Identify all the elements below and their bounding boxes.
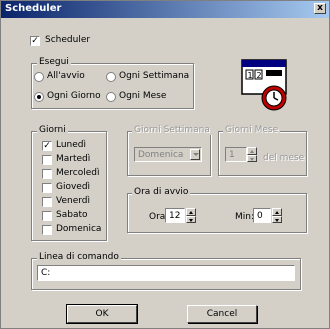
radio-ogni-settimana[interactable]: [106, 72, 116, 82]
svg-text:1: 1: [248, 71, 253, 80]
radio-ogni-mese-label: Ogni Mese: [119, 91, 167, 101]
giorni-settimana-select[interactable]: Domenica: [134, 147, 202, 162]
close-button[interactable]: x: [314, 3, 326, 14]
day-label-giovedi: Giovedì: [56, 182, 91, 192]
ok-button[interactable]: OK: [66, 304, 138, 324]
day-label-mercoledi: Mercoledì: [56, 168, 100, 178]
day-checkbox-lunedi[interactable]: ✓: [42, 141, 52, 151]
giorni-settimana-label: Giorni Settimana: [132, 125, 212, 135]
day-label-lunedi: Lunedì: [56, 140, 87, 150]
radio-allavvio-label: All'avvio: [47, 71, 85, 81]
giorni-settimana-value: Domenica: [138, 150, 184, 160]
min-value: 0: [257, 211, 263, 221]
spin-up-icon[interactable]: [186, 208, 196, 216]
day-checkbox-domenica[interactable]: [42, 225, 52, 235]
svg-text:2: 2: [257, 71, 262, 80]
giorni-group-label: Giorni: [37, 125, 68, 135]
radio-ogni-giorno-label: Ogni Giorno: [47, 91, 101, 101]
min-label: Min:: [235, 212, 255, 222]
scheduler-label: Scheduler: [45, 35, 91, 45]
spin-down-icon[interactable]: [186, 215, 196, 223]
hour-spinner[interactable]: [186, 208, 196, 223]
giorni-mese-value: 1: [229, 150, 235, 160]
radio-ogni-mese[interactable]: [106, 92, 116, 102]
window-title: Scheduler: [5, 3, 62, 14]
radio-ogni-settimana-label: Ogni Settimana: [119, 71, 190, 81]
giorni-mese-spinner[interactable]: [247, 147, 257, 162]
scheduler-checkbox[interactable]: ✓: [30, 36, 40, 46]
spin-down-icon[interactable]: [247, 154, 257, 162]
hour-value: 12: [169, 211, 181, 221]
day-checkbox-sabato[interactable]: [42, 211, 52, 221]
radio-allavvio[interactable]: [34, 72, 44, 82]
spin-up-icon[interactable]: [272, 208, 282, 216]
day-label-venerdi: Venerdì: [56, 196, 90, 206]
giorni-mese-suffix: del mese: [263, 153, 305, 163]
linea-di-comando-label: Linea di comando: [37, 252, 121, 262]
day-checkbox-giovedi[interactable]: [42, 183, 52, 193]
calendar-clock-icon: 1 2: [240, 58, 290, 112]
giorni-mese-input[interactable]: 1: [225, 147, 247, 162]
title-bar[interactable]: Scheduler x: [1, 1, 329, 18]
day-checkbox-martedi[interactable]: [42, 155, 52, 165]
scheduler-window: Scheduler x ✓ Scheduler Esegui All'avvio…: [0, 0, 330, 329]
cancel-button[interactable]: Cancel: [187, 305, 257, 323]
spin-down-icon[interactable]: [272, 215, 282, 223]
day-label-sabato: Sabato: [56, 210, 88, 220]
ora-di-avvio-label: Ora di avvio: [132, 187, 191, 197]
spin-up-icon[interactable]: [247, 147, 257, 155]
command-line-value: C:: [41, 268, 51, 278]
giorni-mese-label: Giorni Mese: [223, 125, 281, 135]
day-label-martedi: Martedì: [56, 154, 91, 164]
day-checkbox-venerdi[interactable]: [42, 197, 52, 207]
esegui-group: [31, 63, 194, 109]
day-checkbox-mercoledi[interactable]: [42, 169, 52, 179]
radio-ogni-giorno[interactable]: [34, 92, 44, 102]
esegui-group-label: Esegui: [37, 57, 71, 67]
hour-input[interactable]: 12: [165, 208, 185, 223]
chevron-down-icon[interactable]: [190, 149, 200, 160]
min-spinner[interactable]: [272, 208, 282, 223]
day-label-domenica: Domenica: [56, 224, 102, 234]
command-line-input[interactable]: C:: [37, 265, 295, 281]
min-input[interactable]: 0: [253, 208, 271, 223]
